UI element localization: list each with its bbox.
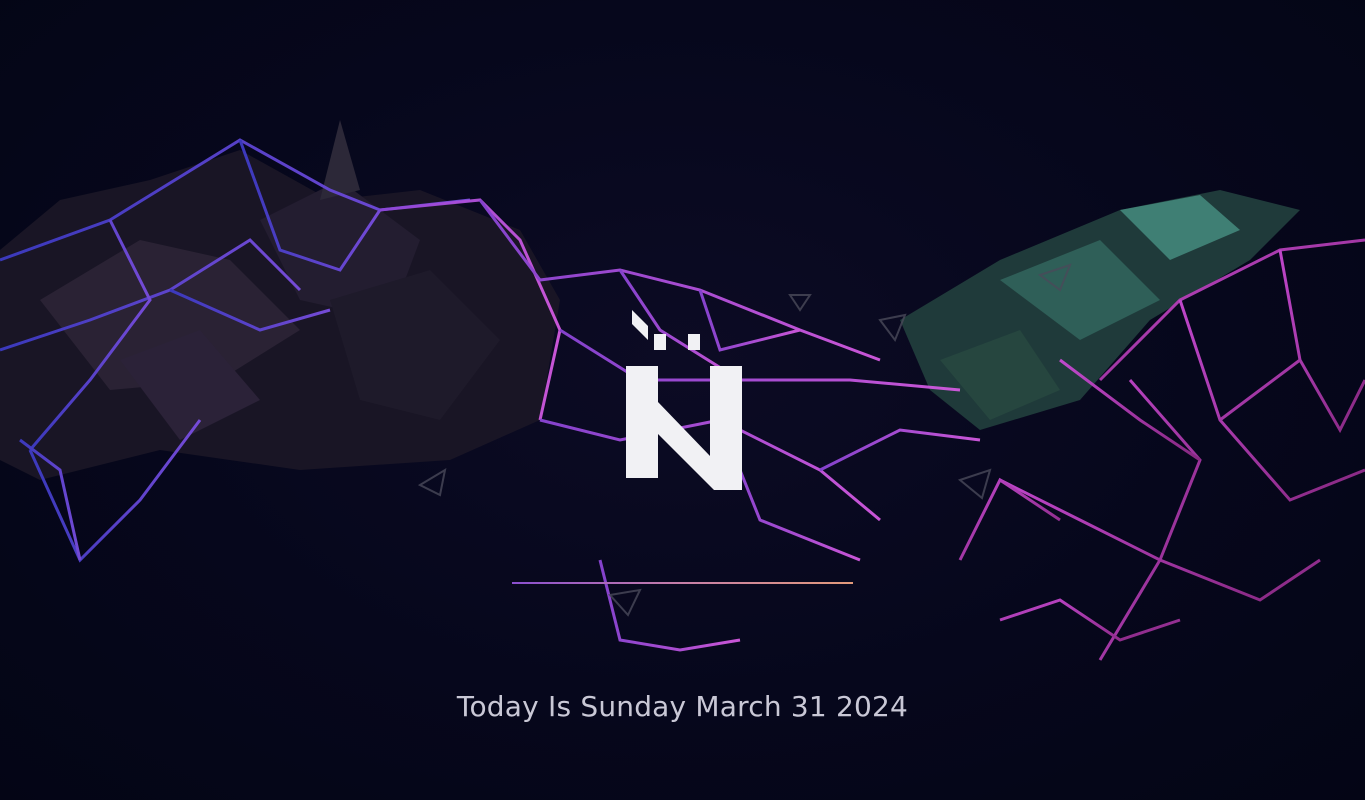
- n-brand-logo-icon: [626, 310, 742, 490]
- date-display: Today Is Sunday March 31 2024: [456, 690, 909, 723]
- lock-screen: Today Is Sunday March 31 2024: [0, 0, 1365, 800]
- accent-divider: [512, 582, 853, 584]
